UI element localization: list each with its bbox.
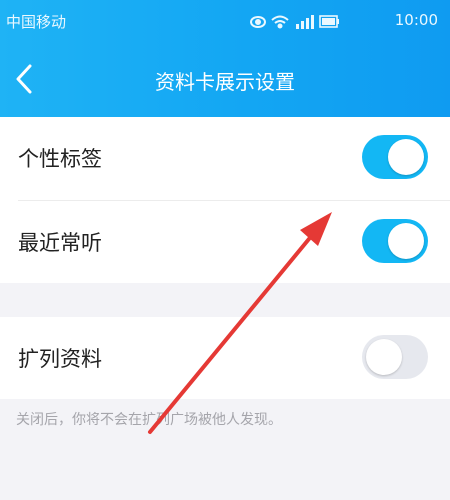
clock: 10:00 [394, 11, 438, 29]
settings-group-2: 扩列资料 [0, 317, 450, 399]
hint-text: 关闭后，你将不会在扩列广场被他人发现。 [16, 412, 282, 428]
recently-listened-toggle[interactable] [362, 219, 428, 263]
setting-row-recently-listened: 最近常听 [0, 201, 450, 283]
settings-group-1: 个性标签 最近常听 [0, 117, 450, 283]
status-icons [250, 15, 339, 29]
setting-row-expand-profile: 扩列资料 [0, 317, 450, 399]
setting-row-personal-tags: 个性标签 [0, 117, 450, 199]
toggle-knob [366, 339, 402, 375]
wifi-icon [271, 15, 289, 29]
setting-label: 最近常听 [18, 231, 102, 255]
battery-icon [319, 15, 339, 28]
personal-tags-toggle[interactable] [362, 135, 428, 179]
carrier-name: 中国移动 [6, 13, 67, 31]
toggle-knob [388, 139, 424, 175]
expand-profile-toggle[interactable] [362, 335, 428, 379]
setting-label: 个性标签 [18, 147, 102, 171]
nav-bar: 资料卡展示设置 [0, 44, 450, 117]
status-bar: 中国移动 10:00 [0, 0, 450, 44]
eye-icon [250, 16, 266, 28]
signal-icon [296, 15, 314, 29]
top-bar: 中国移动 10:00 资料卡展示设置 [0, 0, 450, 117]
toggle-knob [388, 223, 424, 259]
setting-label: 扩列资料 [18, 347, 102, 371]
page-title: 资料卡展示设置 [155, 70, 295, 94]
